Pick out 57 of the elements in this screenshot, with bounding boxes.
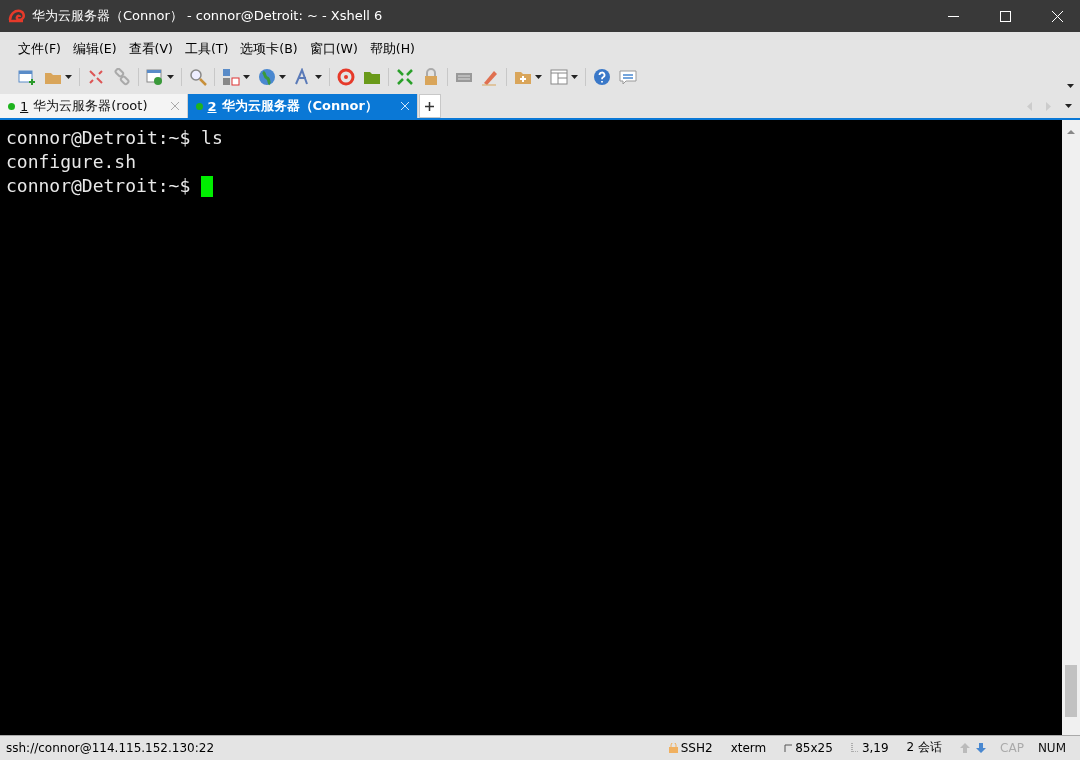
menu-item[interactable]: 查看(V) bbox=[122, 38, 179, 60]
sessions-label: 2 会话 bbox=[906, 739, 943, 756]
caret-icon[interactable] bbox=[243, 75, 250, 79]
close-icon[interactable] bbox=[170, 102, 179, 110]
up-arrow-icon bbox=[960, 742, 971, 753]
menu-item[interactable]: 工具(T) bbox=[178, 38, 235, 60]
caret-icon[interactable] bbox=[279, 75, 286, 79]
tab[interactable]: 2 华为云服务器（Connor） bbox=[187, 94, 418, 118]
disconnect-icon[interactable] bbox=[87, 68, 105, 86]
add-tab-button[interactable] bbox=[418, 94, 441, 118]
scrollbar-thumb[interactable] bbox=[1065, 665, 1077, 717]
tab-number: 1 bbox=[20, 98, 29, 114]
terminal-size-label: 85x25 bbox=[795, 740, 833, 755]
chat-icon[interactable] bbox=[619, 68, 637, 86]
down-arrow-icon bbox=[976, 742, 987, 753]
plus-icon bbox=[425, 101, 435, 111]
menu-item[interactable]: 选项卡(B) bbox=[234, 38, 304, 60]
key-indicator: CAP bbox=[1000, 740, 1024, 755]
caret-icon[interactable] bbox=[571, 75, 578, 79]
new-window-icon[interactable] bbox=[18, 68, 36, 86]
key-indicator: NUM bbox=[1037, 740, 1066, 755]
caret-icon[interactable] bbox=[1067, 84, 1074, 88]
lock-icon bbox=[668, 742, 678, 753]
lock-icon[interactable] bbox=[422, 68, 440, 86]
window-title: 华为云服务器（Connor） - connor@Detroit: ~ - Xshell 6 bbox=[32, 7, 384, 25]
pen-icon[interactable] bbox=[481, 68, 499, 86]
terminal-type-label: xterm bbox=[730, 740, 767, 755]
protocol-label: SSH2 bbox=[680, 740, 713, 755]
menu-item[interactable]: 帮助(H) bbox=[363, 38, 421, 60]
tab-label: 华为云服务器(root) bbox=[33, 97, 148, 115]
terminal-line: configure.sh bbox=[6, 150, 137, 174]
tab[interactable]: 1 华为云服务器(root) bbox=[0, 94, 188, 118]
maximize-icon bbox=[999, 10, 1011, 22]
menu-item[interactable]: 窗口(W) bbox=[303, 38, 364, 60]
minimize-icon bbox=[947, 15, 959, 17]
terminal-line: connor@Detroit:~$ ls bbox=[6, 126, 223, 150]
terminal-line: connor@Detroit:~$ bbox=[6, 174, 192, 198]
scrollbar[interactable] bbox=[1062, 120, 1080, 735]
menu-item[interactable]: 编辑(E) bbox=[66, 38, 123, 60]
cursor-position-label: 3,19 bbox=[861, 740, 889, 755]
help-icon[interactable] bbox=[593, 68, 611, 86]
resize-icon bbox=[784, 743, 793, 752]
menu-item[interactable]: 文件(F) bbox=[12, 38, 67, 60]
tab-label: 华为云服务器（Connor） bbox=[221, 97, 378, 115]
caret-icon[interactable] bbox=[167, 75, 174, 79]
caret-icon[interactable] bbox=[1065, 104, 1072, 108]
caret-icon[interactable] bbox=[65, 75, 72, 79]
tab-number: 2 bbox=[207, 98, 217, 114]
shell-logo-icon bbox=[8, 8, 26, 24]
connection-address: ssh://connor@114.115.152.130:22 bbox=[6, 740, 216, 755]
search-icon[interactable] bbox=[189, 68, 207, 86]
link-icon[interactable] bbox=[113, 68, 131, 86]
caret-icon[interactable] bbox=[535, 75, 542, 79]
cursor-position-icon bbox=[850, 743, 859, 752]
caret-icon[interactable] bbox=[315, 75, 322, 79]
close-icon bbox=[1051, 10, 1063, 22]
expand-icon[interactable] bbox=[396, 68, 414, 86]
